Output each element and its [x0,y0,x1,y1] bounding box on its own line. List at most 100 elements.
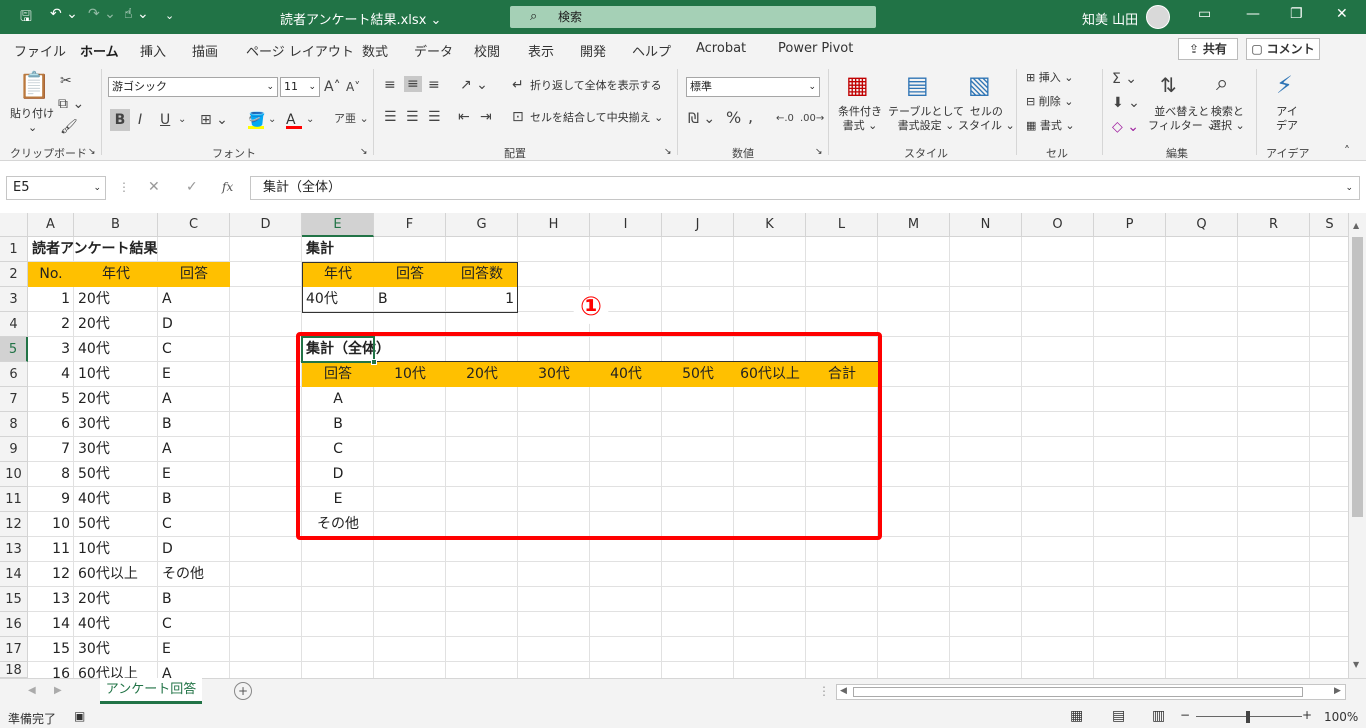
tab-file[interactable]: ファイル [14,41,66,60]
search-box[interactable]: ⌕ 検索 [510,6,876,28]
column-header[interactable]: B [74,213,158,237]
cell[interactable]: E [158,362,230,387]
cell[interactable]: 50代 [74,462,158,487]
underline-dropdown-icon[interactable]: ⌄ [178,112,186,128]
insert-cells-button[interactable]: ⊞ 挿入 ⌄ [1026,71,1073,85]
cell[interactable]: 40代 [74,612,158,637]
column-header[interactable]: J [662,213,734,237]
row-header[interactable]: 4 [0,312,28,337]
delete-cells-button[interactable]: ⊟ 削除 ⌄ [1026,95,1073,109]
increase-decimal-icon[interactable]: ←.0 [776,111,794,127]
cell[interactable]: 30代 [74,437,158,462]
wrap-text-icon[interactable]: ↵ [512,77,524,93]
prev-sheet-icon[interactable]: ◀ [28,685,36,696]
name-box[interactable]: E5 ⌄ [6,176,106,200]
autosum-icon[interactable]: Σ ⌄ [1112,71,1137,87]
cell[interactable]: 60代以上 [74,562,158,587]
row-header[interactable]: 13 [0,537,28,562]
cell[interactable]: B [374,287,446,312]
format-painter-icon[interactable]: 🖌 [60,119,78,135]
merge-center-button[interactable]: セルを結合して中央揃え ⌄ [530,111,663,125]
row-header[interactable]: 18 [0,662,28,678]
cell[interactable]: 8 [28,462,74,487]
comma-style-icon[interactable]: , [748,109,753,125]
find-select-icon[interactable]: ⌕ [1216,71,1228,97]
column-header[interactable]: G [446,213,518,237]
cell[interactable]: 20代 [74,587,158,612]
paste-icon[interactable]: 📋 [18,71,50,101]
cell[interactable]: A [158,437,230,462]
row-header[interactable]: 12 [0,512,28,537]
tab-draw[interactable]: 描画 [192,41,218,60]
column-header[interactable]: L [806,213,878,237]
cell[interactable]: 回答数 [446,262,518,287]
cell[interactable]: 20代 [74,387,158,412]
cell[interactable]: A [158,662,230,678]
cell[interactable]: C [158,337,230,362]
cell[interactable]: No. [28,262,74,287]
avatar[interactable] [1146,5,1170,29]
borders-icon[interactable]: ⊞ ⌄ [200,112,228,128]
orientation-icon[interactable]: ↗ ⌄ [460,77,488,93]
cell[interactable]: 20代 [74,312,158,337]
cell[interactable]: 9 [28,487,74,512]
cell[interactable]: 7 [28,437,74,462]
column-header[interactable]: D [230,213,302,237]
cell[interactable]: 年代 [302,262,374,287]
cancel-icon[interactable]: ✕ [148,179,160,195]
increase-font-icon[interactable]: A˄ [324,79,341,95]
decrease-font-icon[interactable]: A˅ [346,79,360,95]
tab-acrobat[interactable]: Acrobat [696,41,746,56]
paste-button[interactable]: 貼り付け [10,107,54,121]
align-top-icon[interactable]: ≡ [384,77,396,93]
tab-page-layout[interactable]: ページ レイアウト [246,41,354,60]
conditional-format-icon[interactable]: ▦ [846,71,869,99]
find-select-button[interactable]: 検索と 選択 ⌄ [1210,105,1245,133]
next-sheet-icon[interactable]: ▶ [54,685,62,696]
undo-icon[interactable]: ↶ ⌄ [50,6,78,22]
cell[interactable]: 15 [28,637,74,662]
cell[interactable]: B [158,587,230,612]
accounting-format-icon[interactable]: ₪ ⌄ [688,111,715,127]
collapse-ribbon-icon[interactable]: ˄ [1344,143,1350,159]
alignment-dialog-launcher-icon[interactable]: ↘ [664,145,672,159]
column-header[interactable]: M [878,213,950,237]
cell[interactable]: 1 [446,287,518,312]
tab-review[interactable]: 校閲 [474,41,500,60]
zoom-slider-thumb[interactable] [1246,711,1250,723]
percent-style-icon[interactable]: % [726,110,741,126]
format-cells-button[interactable]: ▦ 書式 ⌄ [1026,119,1075,133]
column-header[interactable]: F [374,213,446,237]
tab-insert[interactable]: 挿入 [140,41,166,60]
row-header[interactable]: 10 [0,462,28,487]
cell[interactable]: 40代 [74,487,158,512]
conditional-format-button[interactable]: 条件付き 書式 ⌄ [838,105,882,133]
underline-button[interactable]: U [160,112,170,128]
cell[interactable]: 40代 [74,337,158,362]
cell[interactable]: 13 [28,587,74,612]
row-header[interactable]: 17 [0,637,28,662]
splitter-icon[interactable]: ⋮ [818,684,830,698]
scroll-thumb[interactable] [1352,237,1363,517]
column-header[interactable]: C [158,213,230,237]
cell[interactable]: 14 [28,612,74,637]
save-icon[interactable]: 🖫 [20,6,32,30]
row-header[interactable]: 7 [0,387,28,412]
customize-qat-icon[interactable]: ⌄ [165,9,174,22]
scroll-up-icon[interactable]: ▲ [1353,221,1359,230]
row-header[interactable]: 9 [0,437,28,462]
cell[interactable]: 40代 [302,287,374,312]
row-header[interactable]: 1 [0,237,28,262]
cell[interactable]: D [158,312,230,337]
sort-filter-button[interactable]: 並べ替えと フィルター ⌄ [1148,105,1216,133]
vertical-scrollbar[interactable]: ▲ ▼ [1348,213,1366,678]
ribbon-display-icon[interactable]: ▭ [1198,6,1211,22]
scroll-left-icon[interactable]: ◀ [840,686,847,696]
sort-filter-icon[interactable]: ⇅ [1160,73,1177,97]
number-format-select[interactable]: 標準 ⌄ [686,77,820,97]
row-header[interactable]: 3 [0,287,28,312]
fill-color-dropdown-icon[interactable]: ⌄ [268,112,276,128]
cell[interactable]: 60代以上 [74,662,158,678]
fill-color-icon[interactable]: 🪣 [248,112,265,129]
column-header[interactable]: R [1238,213,1310,237]
